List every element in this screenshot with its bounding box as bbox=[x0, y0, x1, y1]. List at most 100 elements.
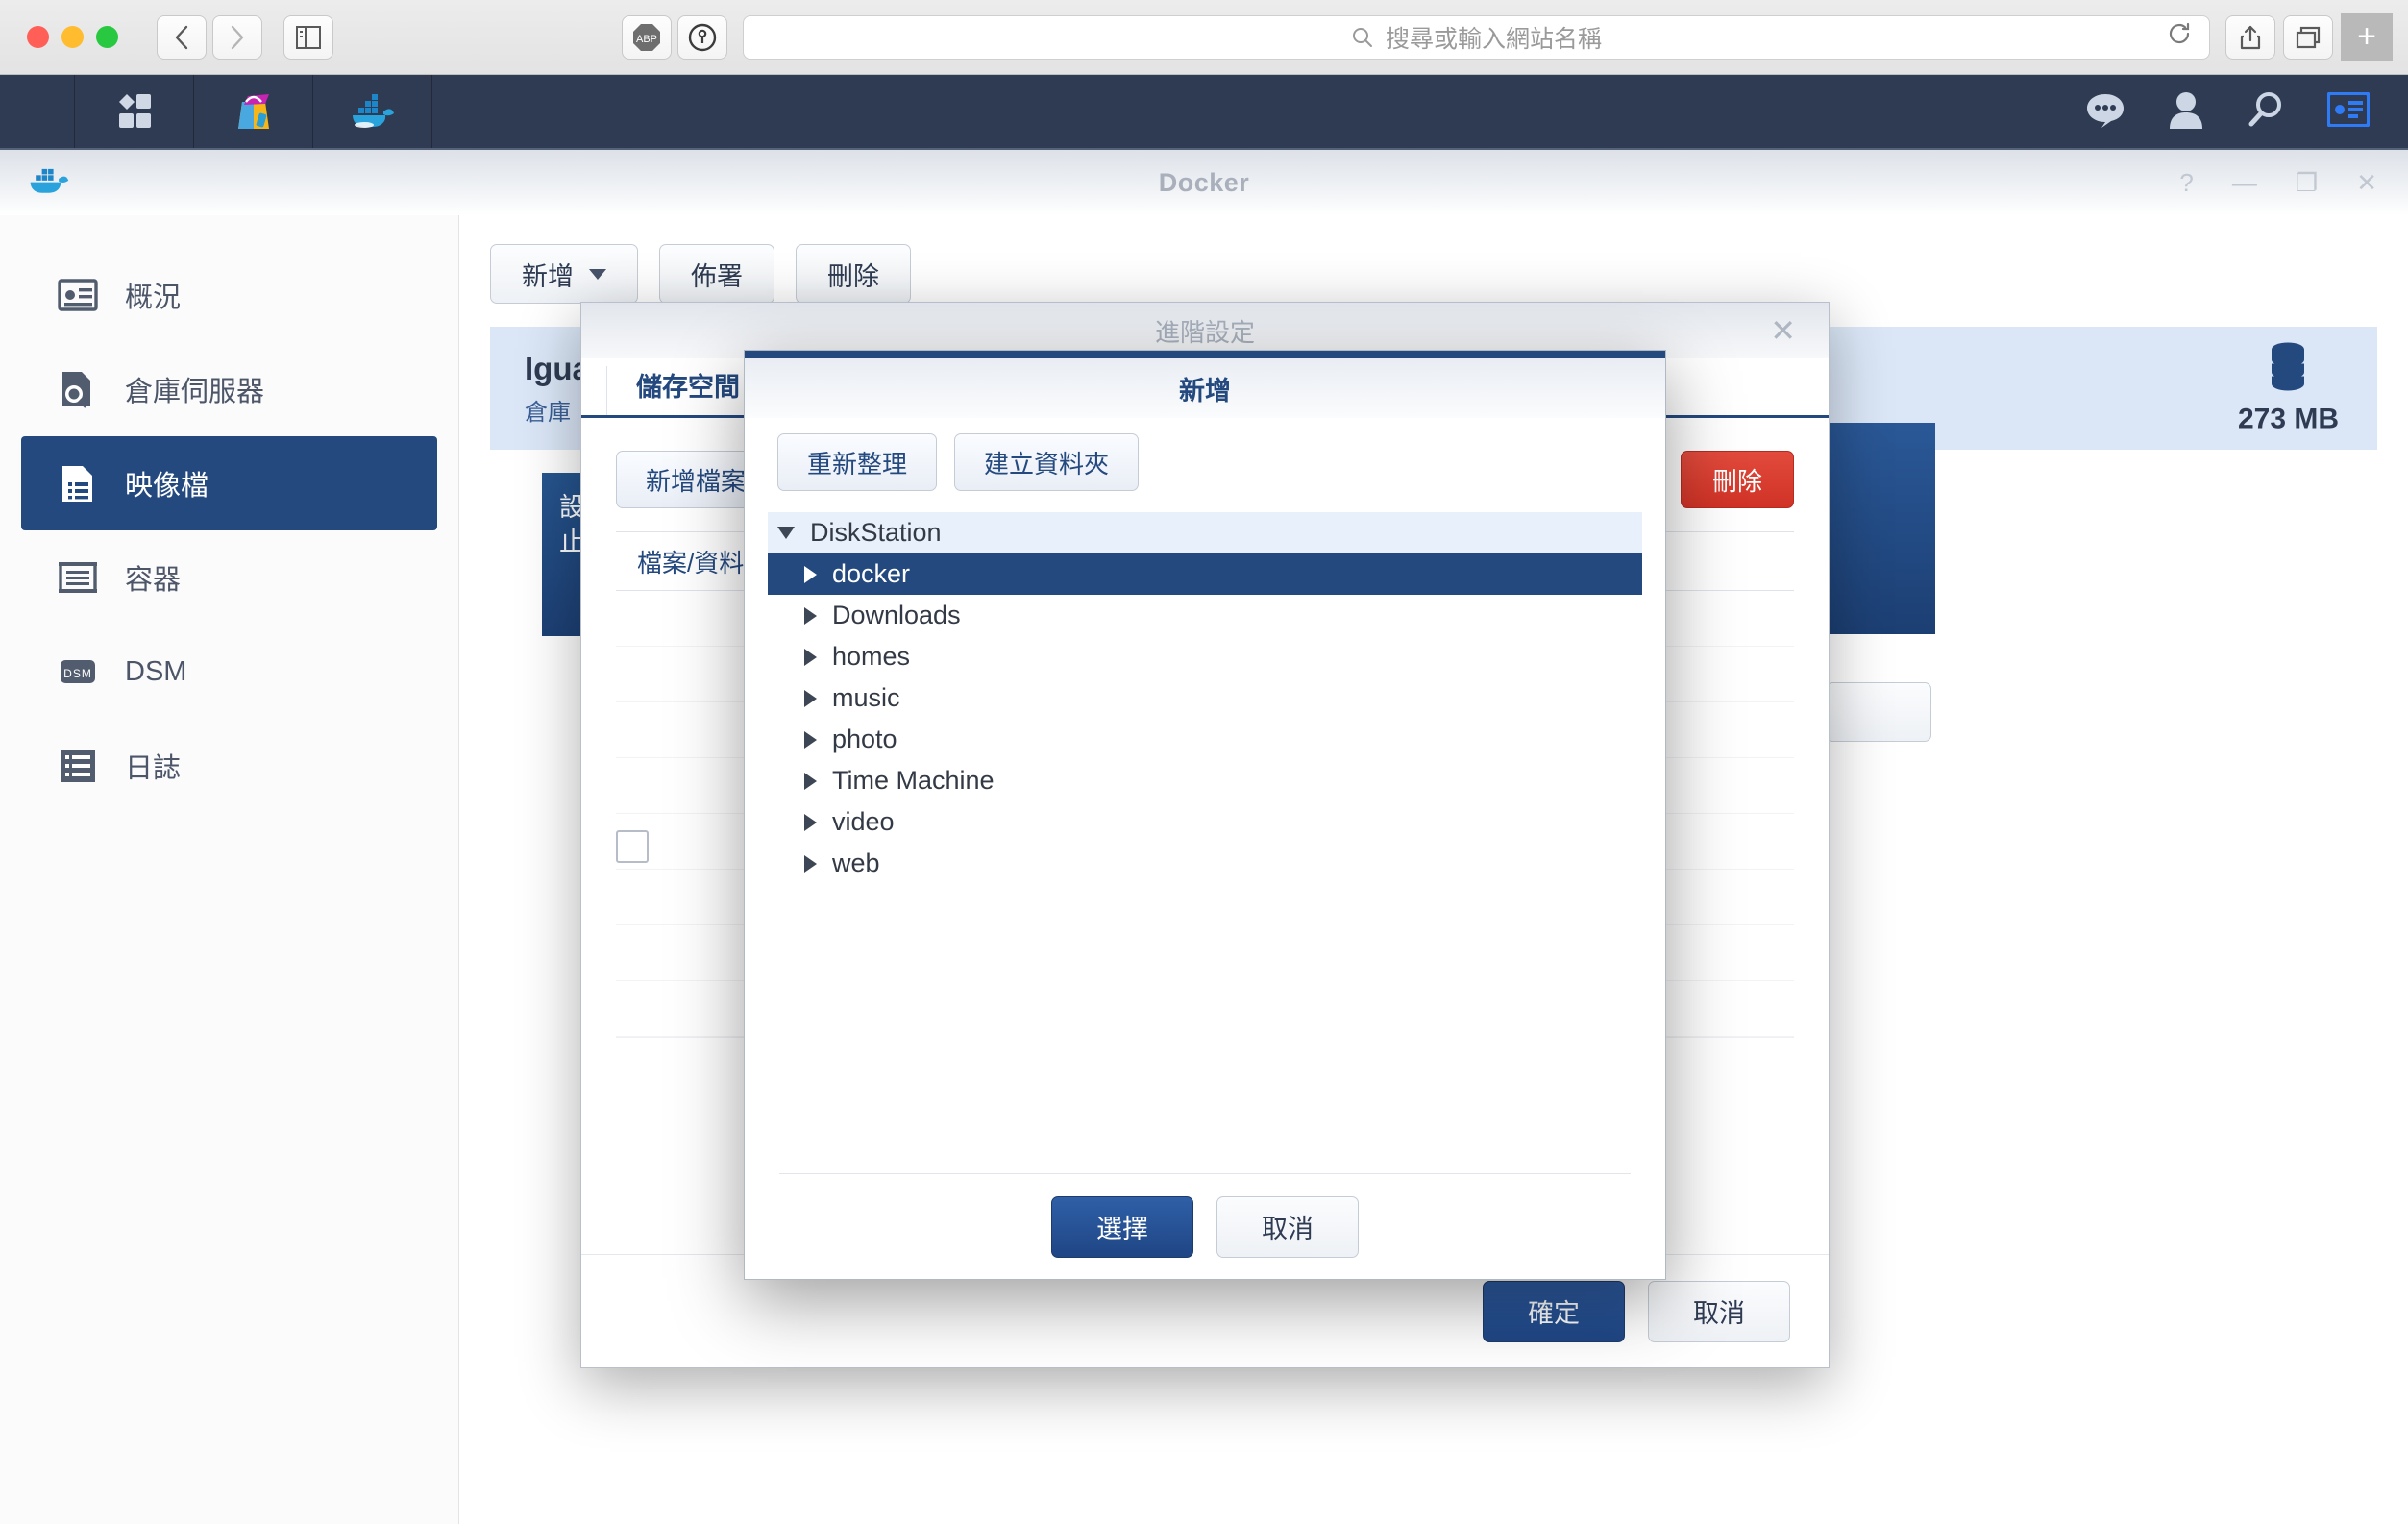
chevron-down-icon[interactable] bbox=[777, 527, 795, 539]
add-button[interactable]: 新增 bbox=[490, 244, 638, 304]
content-toolbar: 新增 佈署 刪除 bbox=[459, 215, 2408, 304]
chevron-right-icon[interactable] bbox=[804, 772, 817, 790]
tab-overview-icon[interactable] bbox=[2283, 14, 2333, 60]
window-traffic-lights bbox=[27, 26, 118, 48]
tree-item-diskstation[interactable]: DiskStation bbox=[768, 512, 1642, 553]
delete-button[interactable]: 刪除 bbox=[796, 244, 911, 304]
tree-item-label: Downloads bbox=[832, 601, 961, 629]
browser-toolbar: ABP 搜尋或輸入網站名稱 + bbox=[0, 0, 2408, 75]
cancel-button[interactable]: 取消 bbox=[1216, 1195, 1359, 1258]
enable-checkbox[interactable] bbox=[616, 830, 649, 863]
database-icon bbox=[2272, 342, 2305, 391]
image-size: 273 MB bbox=[2238, 341, 2339, 436]
maximize-window-button[interactable] bbox=[96, 26, 118, 48]
reload-icon[interactable] bbox=[2167, 21, 2192, 53]
deploy-button[interactable]: 佈署 bbox=[659, 244, 774, 304]
tree-item-label: music bbox=[832, 683, 900, 712]
browser-extensions: ABP bbox=[622, 14, 727, 60]
minimize-window-button[interactable] bbox=[61, 26, 84, 48]
tree-item-photo[interactable]: photo bbox=[768, 719, 1642, 760]
minimize-icon[interactable]: — bbox=[2232, 168, 2257, 198]
search-icon[interactable] bbox=[2247, 90, 2285, 134]
chevron-right-icon[interactable] bbox=[804, 565, 817, 583]
browser-nav-group bbox=[157, 14, 262, 60]
folder-tree[interactable]: DiskStation docker Downloads homes music… bbox=[768, 512, 1642, 1185]
address-bar-text: 搜尋或輸入網站名稱 bbox=[1385, 25, 1602, 53]
tree-item-label: DiskStation bbox=[810, 518, 942, 547]
restore-icon[interactable]: ❐ bbox=[2296, 168, 2318, 198]
address-bar-placeholder: 搜尋或輸入網站名稱 bbox=[1351, 20, 1602, 55]
chevron-right-icon[interactable] bbox=[804, 854, 817, 873]
taskbar-spacer bbox=[432, 75, 2085, 148]
address-bar[interactable]: 搜尋或輸入網站名稱 bbox=[743, 14, 2210, 60]
chevron-right-icon[interactable] bbox=[804, 813, 817, 831]
password-manager-icon[interactable] bbox=[677, 14, 727, 60]
dialog-delete-button[interactable]: 刪除 bbox=[1680, 451, 1794, 508]
sidebar-item-label: 倉庫伺服器 bbox=[125, 377, 265, 407]
chevron-right-icon[interactable] bbox=[804, 648, 817, 666]
tree-item-web[interactable]: web bbox=[768, 843, 1642, 884]
new-tab-icon[interactable]: + bbox=[2341, 12, 2393, 61]
tree-item-homes[interactable]: homes bbox=[768, 636, 1642, 677]
sidebar-item-label: 映像檔 bbox=[125, 471, 209, 502]
sidebar-item-dsm[interactable]: DSM DSM bbox=[21, 625, 437, 719]
tree-item-label: web bbox=[832, 848, 880, 877]
sidebar-item-overview[interactable]: 概況 bbox=[21, 248, 437, 342]
sidebar-item-label: 容器 bbox=[125, 565, 182, 596]
tree-item-docker[interactable]: docker bbox=[768, 553, 1642, 595]
window-controls: ? — ❐ ✕ bbox=[2179, 168, 2377, 198]
chevron-right-icon[interactable] bbox=[804, 689, 817, 707]
image-size-value: 273 MB bbox=[2237, 403, 2339, 435]
cancel-button[interactable]: 取消 bbox=[1648, 1280, 1790, 1342]
sidebar-item-logs[interactable]: 日誌 bbox=[21, 719, 437, 813]
tree-item-downloads[interactable]: Downloads bbox=[768, 595, 1642, 636]
tree-item-video[interactable]: video bbox=[768, 801, 1642, 843]
add-button-label: 新增 bbox=[522, 261, 574, 291]
image-icon bbox=[58, 463, 98, 504]
main-menu-icon[interactable] bbox=[75, 75, 194, 148]
tree-item-label: homes bbox=[832, 642, 911, 671]
advanced-dialog-title: 進階設定 bbox=[1154, 317, 1255, 347]
close-icon[interactable]: ✕ bbox=[1770, 312, 1796, 349]
select-button[interactable]: 選擇 bbox=[1051, 1195, 1193, 1258]
forward-icon[interactable] bbox=[212, 14, 262, 60]
user-icon[interactable] bbox=[2168, 90, 2204, 134]
tree-item-label: docker bbox=[832, 559, 911, 588]
docker-icon[interactable] bbox=[313, 75, 432, 148]
adblock-plus-icon[interactable]: ABP bbox=[622, 14, 672, 60]
sidebar-item-containers[interactable]: 容器 bbox=[21, 530, 437, 625]
notifications-icon[interactable] bbox=[2085, 91, 2125, 133]
share-icon[interactable] bbox=[2225, 14, 2275, 60]
container-icon bbox=[58, 557, 98, 598]
search-icon bbox=[1352, 27, 1372, 47]
help-icon[interactable]: ? bbox=[2179, 168, 2193, 198]
tree-item-music[interactable]: music bbox=[768, 677, 1642, 719]
taskbar-edge bbox=[0, 75, 75, 148]
tree-item-label: Time Machine bbox=[832, 766, 995, 795]
back-icon[interactable] bbox=[157, 14, 207, 60]
tree-item-time-machine[interactable]: Time Machine bbox=[768, 760, 1642, 801]
package-center-icon[interactable] bbox=[194, 75, 313, 148]
tree-item-label: video bbox=[832, 807, 895, 836]
close-window-button[interactable] bbox=[27, 26, 49, 48]
ok-button[interactable]: 確定 bbox=[1483, 1280, 1625, 1342]
widgets-icon[interactable] bbox=[2326, 90, 2371, 132]
chevron-right-icon[interactable] bbox=[804, 730, 817, 749]
create-folder-button[interactable]: 建立資料夾 bbox=[954, 433, 1140, 491]
background-button[interactable] bbox=[1826, 682, 1931, 742]
app-sidebar: 概況 倉庫伺服器 映像檔 容器 DSM DSM 日誌 bbox=[0, 215, 459, 1524]
refresh-button[interactable]: 重新整理 bbox=[777, 433, 938, 491]
sidebar-item-label: DSM bbox=[125, 655, 187, 687]
page-title: Docker bbox=[1158, 167, 1250, 197]
browser-toolbar-tail: + bbox=[2225, 12, 2393, 61]
app-titlebar: Docker ? — ❐ ✕ bbox=[0, 150, 2408, 215]
sidebar-item-label: 日誌 bbox=[125, 753, 182, 784]
chevron-right-icon[interactable] bbox=[804, 606, 817, 625]
sidebar-item-images[interactable]: 映像檔 bbox=[21, 436, 437, 530]
sidebar-icon[interactable] bbox=[283, 14, 333, 60]
folder-picker-toolbar: 重新整理 建立資料夾 bbox=[745, 418, 1665, 491]
registry-icon bbox=[58, 369, 98, 409]
sidebar-item-registry[interactable]: 倉庫伺服器 bbox=[21, 342, 437, 436]
folder-picker-dialog: 新增 重新整理 建立資料夾 DiskStation docker Downloa… bbox=[744, 350, 1666, 1280]
close-icon[interactable]: ✕ bbox=[2356, 168, 2377, 198]
